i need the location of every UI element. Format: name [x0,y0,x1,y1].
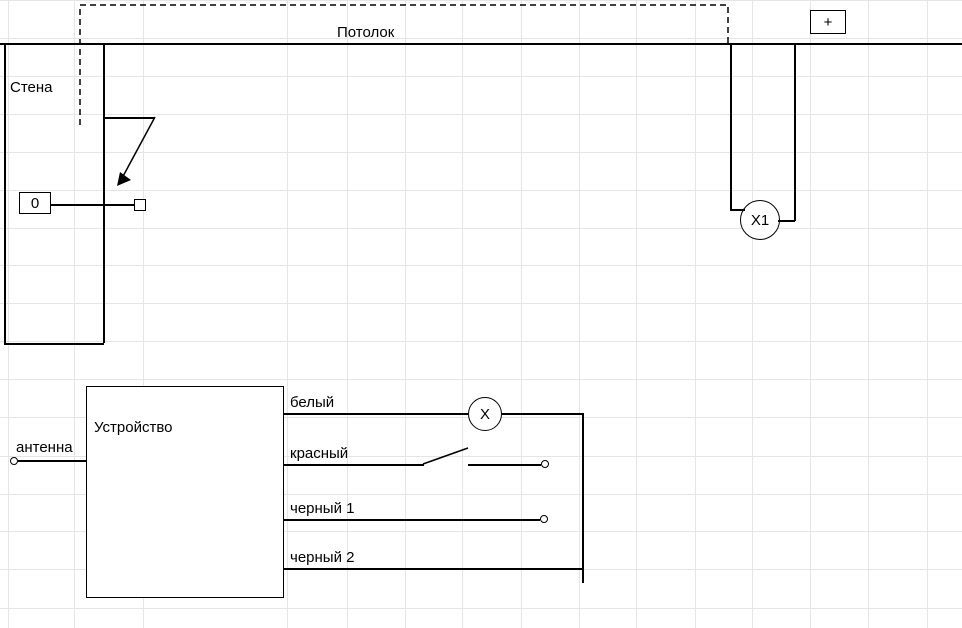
antenna-line [18,460,86,462]
white-wire-label: белый [290,394,334,411]
diagram-canvas: Потолок Стена 0 + X1 Устройство антенна … [0,0,962,628]
socket-box: 0 [19,192,51,214]
black1-wire [284,519,540,521]
x1-wire-right [794,43,796,221]
antenna-terminal [10,457,18,465]
black2-wire-label: черный 2 [290,549,354,566]
arrow-head-icon [117,172,131,186]
wall-label: Стена [10,79,53,96]
plus-box: + [810,10,846,34]
wall-bottom-edge [4,343,104,345]
x-lamp-label: X [480,406,490,423]
red-wire-right [468,464,541,466]
socket-line [51,204,134,206]
arrow-line [121,117,155,180]
device-box [86,386,284,598]
black1-terminal [540,515,548,523]
plus-label: + [824,14,833,31]
device-right-bus [582,413,584,583]
x1-lamp-label: X1 [751,212,769,229]
wall-left-edge [4,43,6,343]
red-terminal [541,460,549,468]
x1-wire-left [730,43,732,209]
device-label: Устройство [94,419,172,436]
socket-label: 0 [31,195,39,212]
x1-stub-right [778,220,795,222]
wall-right-edge [103,43,105,343]
ceiling-label: Потолок [337,24,394,41]
x1-lamp: X1 [740,200,780,240]
x-lamp: X [468,397,502,431]
kink-line [103,117,155,119]
dashed-outline [80,5,728,125]
red-wire-left [284,464,424,466]
ceiling-line [0,43,962,45]
red-wire-label: красный [290,445,348,462]
x1-stub-left [730,209,745,211]
antenna-label: антенна [16,439,73,456]
socket-small-square [134,199,146,211]
white-wire [284,413,468,415]
black2-wire [284,568,582,570]
white-wire-right [502,413,582,415]
switch-contact [423,448,468,464]
black1-wire-label: черный 1 [290,500,354,517]
